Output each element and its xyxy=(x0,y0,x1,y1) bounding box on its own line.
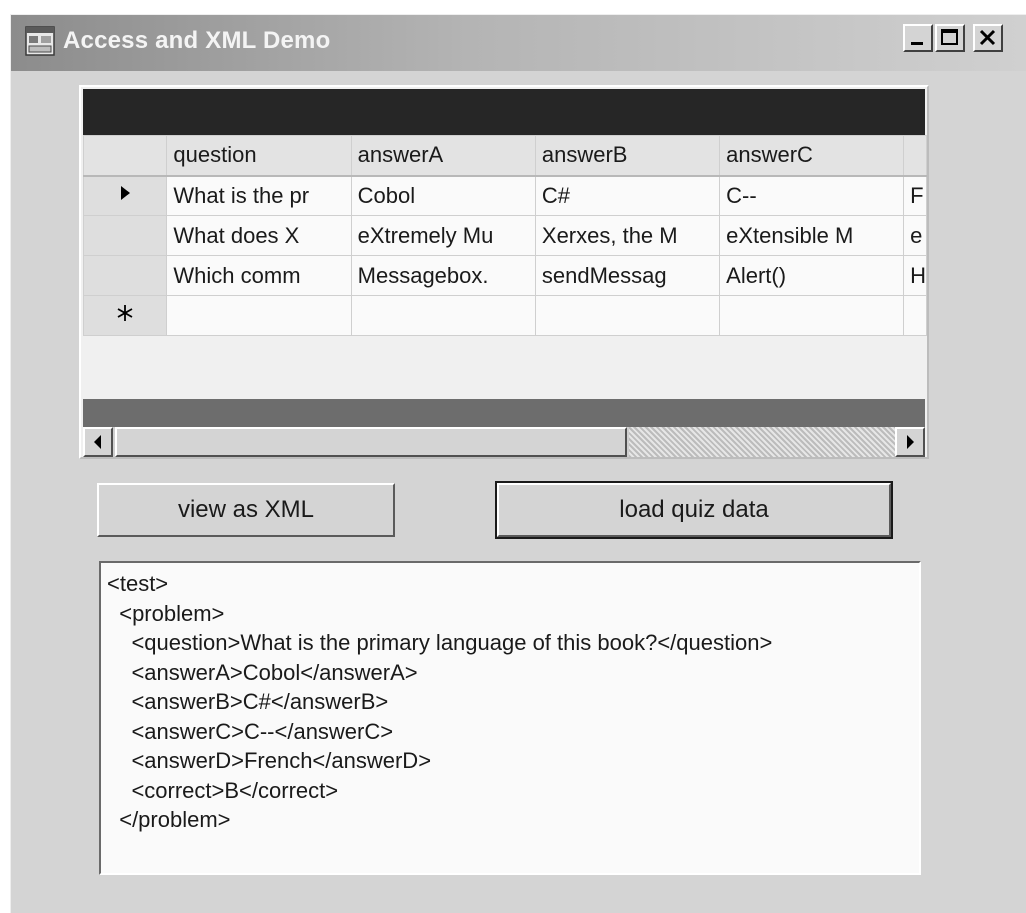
grid-cell[interactable]: Messagebox. xyxy=(350,255,536,296)
minimize-icon xyxy=(911,42,923,45)
grid-cell[interactable]: Xerxes, the M xyxy=(534,215,721,256)
xml-line: <answerD>French</answerD> xyxy=(107,748,432,773)
grid-caption-bar xyxy=(83,89,925,135)
grid-table: question answerA answerB answerC What is… xyxy=(82,135,927,336)
xml-line: <answerB>C#</answerB> xyxy=(107,689,389,714)
grid-empty-area xyxy=(83,399,925,427)
xml-line: <question>What is the primary language o… xyxy=(107,630,773,655)
grid-cell[interactable]: Cobol xyxy=(350,175,536,216)
grid-cell[interactable]: e xyxy=(903,215,927,256)
xml-line: <problem> xyxy=(107,600,225,626)
table-row[interactable]: What is the pr Cobol C# C-- F xyxy=(82,175,927,216)
title-bar[interactable]: Access and XML Demo xyxy=(11,15,1026,71)
arrow-left-icon xyxy=(94,435,101,449)
view-as-xml-button[interactable]: view as XML xyxy=(97,483,395,537)
minimize-button[interactable] xyxy=(903,24,933,52)
table-row[interactable]: Which comm Messagebox. sendMessag Alert(… xyxy=(82,255,927,296)
window-title: Access and XML Demo xyxy=(63,27,331,54)
column-header-answerC[interactable]: answerC xyxy=(719,135,905,177)
column-header-question[interactable]: question xyxy=(166,135,352,177)
grid-cell[interactable]: What does X xyxy=(166,215,352,256)
xml-line: </problem> xyxy=(107,807,231,832)
grid-cell[interactable]: eXtremely Mu xyxy=(350,215,536,256)
table-row[interactable]: What does X eXtremely Mu Xerxes, the M e… xyxy=(82,215,927,256)
maximize-button[interactable] xyxy=(935,24,965,52)
header-corner xyxy=(82,135,168,177)
grid-cell[interactable] xyxy=(534,295,721,336)
close-button[interactable] xyxy=(973,24,1003,52)
grid-cell[interactable]: What is the pr xyxy=(166,175,352,216)
scrollbar-thumb[interactable] xyxy=(115,427,627,457)
scroll-right-button[interactable] xyxy=(895,427,925,457)
xml-line: <correct>B</correct> xyxy=(107,777,339,803)
grid-cell[interactable] xyxy=(719,295,905,336)
horizontal-scrollbar[interactable] xyxy=(83,427,925,457)
grid-cell[interactable]: Alert() xyxy=(719,255,905,296)
grid-cell[interactable]: F xyxy=(903,175,927,216)
grid-cell[interactable]: C-- xyxy=(719,175,905,216)
column-header-answerB[interactable]: answerB xyxy=(534,135,721,177)
grid-cell[interactable]: sendMessag xyxy=(534,255,721,296)
xml-line: <test> xyxy=(107,571,169,596)
close-icon xyxy=(979,29,996,46)
grid-cell[interactable]: eXtensible M xyxy=(719,215,905,256)
new-row-selector[interactable] xyxy=(82,295,168,336)
arrow-right-icon xyxy=(907,435,914,449)
grid-header-row: question answerA answerB answerC xyxy=(82,135,927,177)
grid-cell[interactable] xyxy=(903,295,927,336)
scroll-left-button[interactable] xyxy=(83,427,113,457)
maximize-icon xyxy=(941,29,958,45)
column-header-partial[interactable] xyxy=(903,135,927,177)
current-row-arrow-icon xyxy=(121,186,131,201)
grid-cell[interactable]: H xyxy=(903,255,927,296)
grid-cell[interactable] xyxy=(350,295,536,336)
grid-cell[interactable]: C# xyxy=(534,175,721,216)
xml-output-textbox[interactable]: <test> <problem> <question>What is the p… xyxy=(99,561,921,875)
xml-line: <answerC>C--</answerC> xyxy=(107,718,394,744)
row-selector[interactable] xyxy=(82,215,168,256)
main-window: Access and XML Demo question answerA ans… xyxy=(10,14,1026,913)
load-quiz-data-button[interactable]: load quiz data xyxy=(495,481,893,539)
row-selector-current[interactable] xyxy=(82,175,168,216)
row-selector[interactable] xyxy=(82,255,168,296)
grid-cell[interactable] xyxy=(166,295,352,336)
new-row[interactable] xyxy=(82,295,927,336)
column-header-answerA[interactable]: answerA xyxy=(350,135,536,177)
new-row-asterisk-icon xyxy=(117,305,133,321)
data-grid[interactable]: question answerA answerB answerC What is… xyxy=(79,85,929,459)
grid-cell[interactable]: Which comm xyxy=(166,255,352,296)
app-window-icon xyxy=(25,26,55,56)
xml-line: <answerA>Cobol</answerA> xyxy=(107,659,418,685)
scrollbar-track[interactable] xyxy=(629,427,895,457)
